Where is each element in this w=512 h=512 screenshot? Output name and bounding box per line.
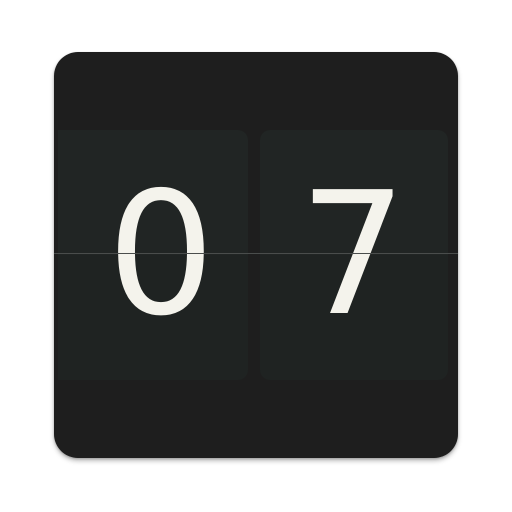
flip-split-line xyxy=(54,253,458,254)
flip-clock-icon[interactable]: 0 7 xyxy=(54,52,458,458)
flip-card-left: 0 xyxy=(58,130,248,380)
right-digit: 7 xyxy=(298,156,408,354)
left-digit: 0 xyxy=(106,156,216,354)
flip-card-right: 7 xyxy=(260,130,448,380)
card-gap xyxy=(248,130,260,380)
